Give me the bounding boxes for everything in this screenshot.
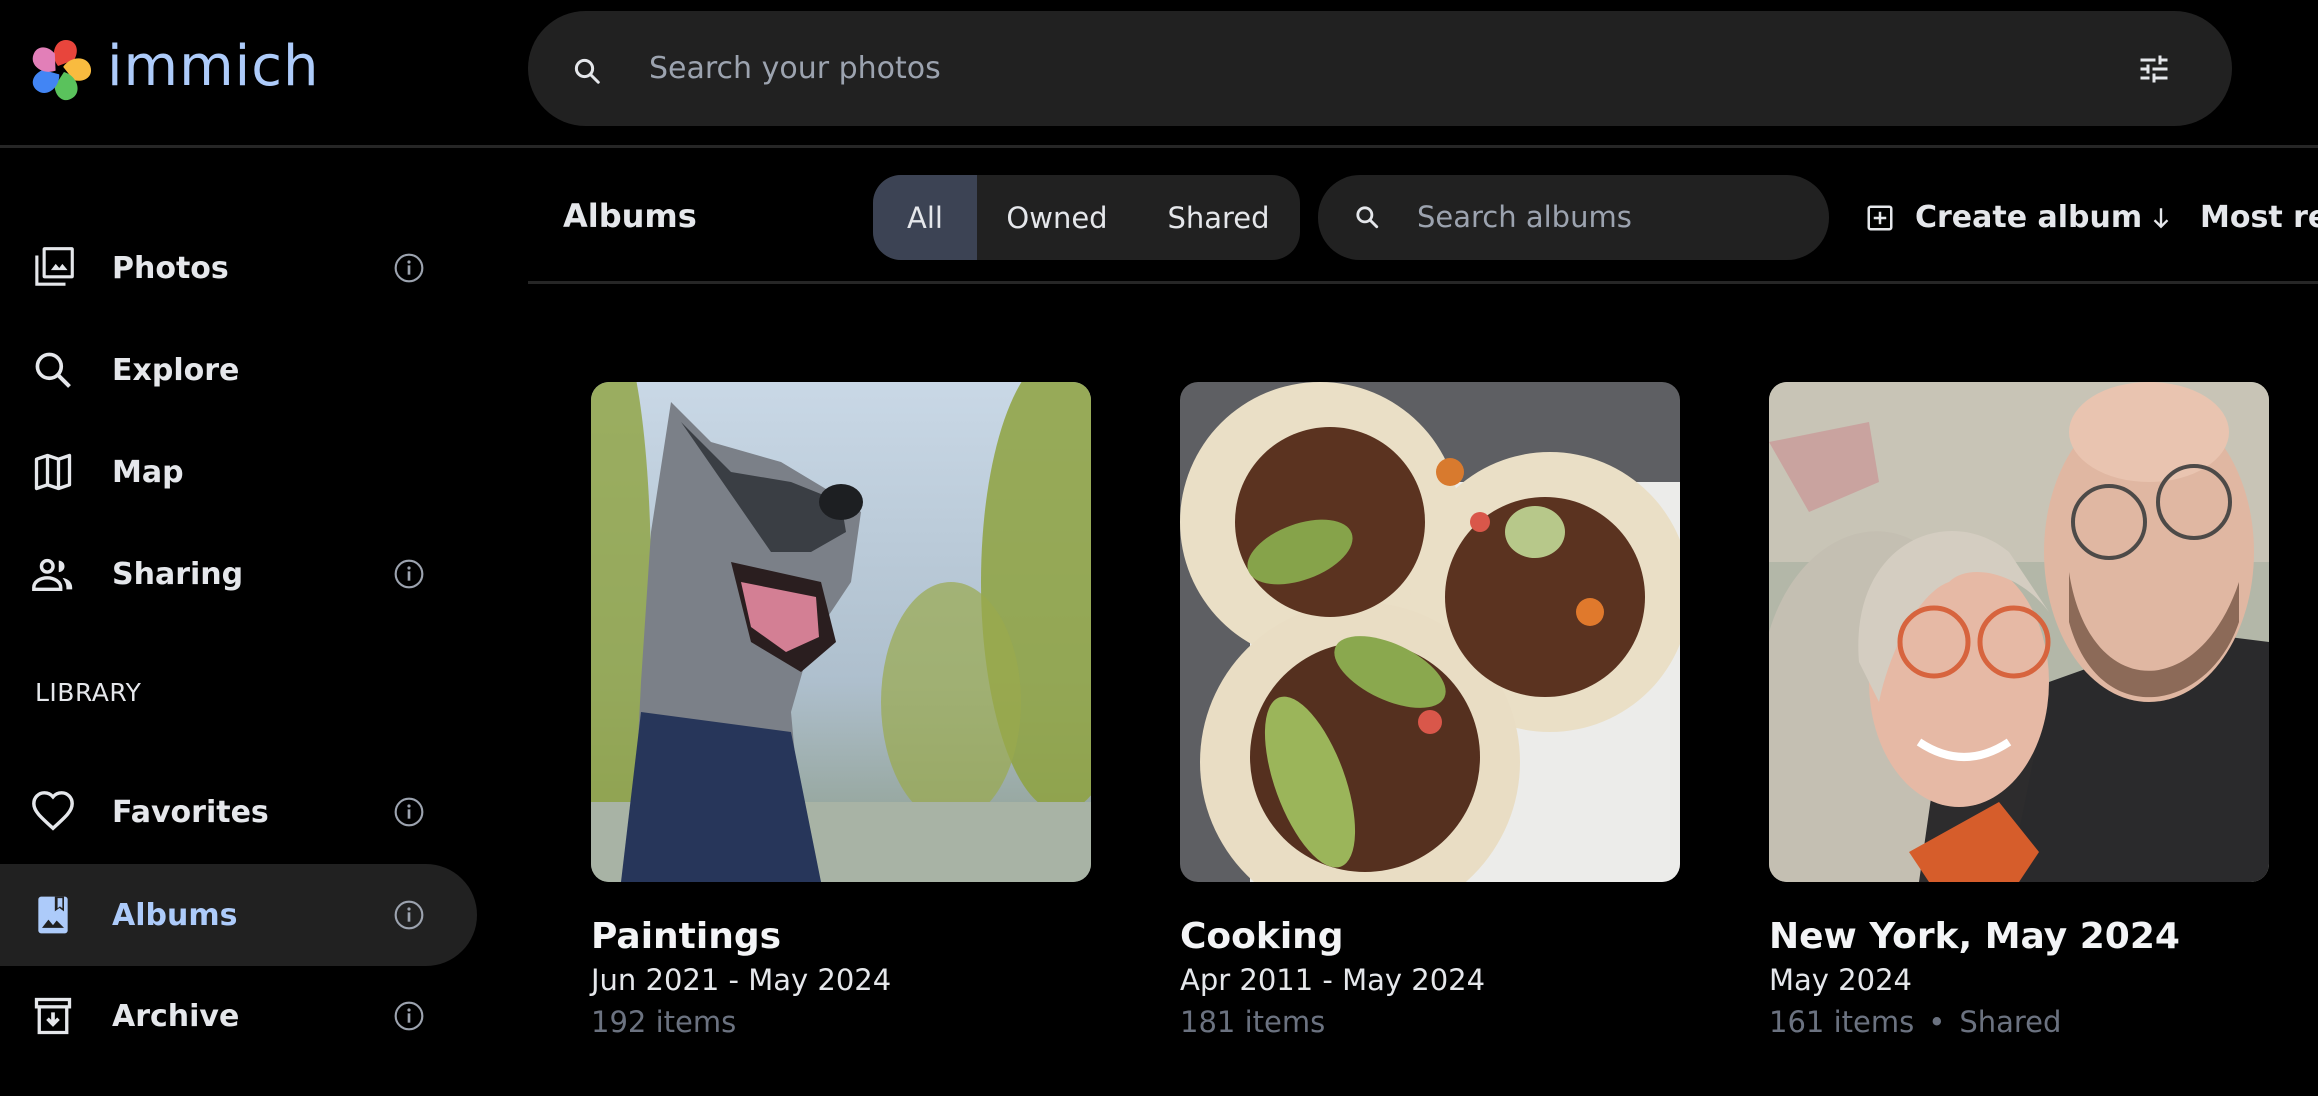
sharing-icon bbox=[28, 549, 78, 599]
sidebar-item-label: Map bbox=[112, 454, 184, 490]
album-cover-paintings[interactable] bbox=[591, 382, 1091, 882]
create-album-label: Create album bbox=[1915, 200, 2143, 235]
immich-logo-icon bbox=[32, 40, 92, 101]
photos-icon bbox=[28, 243, 78, 293]
album-title[interactable]: New York, May 2024 bbox=[1769, 916, 2269, 957]
sidebar-item-sharing[interactable]: Sharing bbox=[0, 523, 477, 625]
create-album-button[interactable]: Create album bbox=[1865, 175, 2142, 260]
sidebar-item-explore[interactable]: Explore bbox=[0, 319, 477, 421]
album-title[interactable]: Cooking bbox=[1180, 916, 1680, 957]
album-search-input[interactable]: Search albums bbox=[1318, 175, 1829, 260]
sort-label: Most recent photo bbox=[2200, 200, 2318, 235]
search-icon[interactable] bbox=[572, 56, 602, 86]
filter-owned-button[interactable]: Owned bbox=[977, 175, 1137, 260]
sidebar-item-favorites[interactable]: Favorites bbox=[0, 761, 477, 863]
album-card[interactable]: Paintings Jun 2021 - May 2024 192 items bbox=[591, 382, 1091, 1039]
page-title: Albums bbox=[563, 197, 697, 235]
tune-icon[interactable] bbox=[2136, 51, 2172, 87]
filter-all-button[interactable]: All bbox=[873, 175, 977, 260]
search-input[interactable]: Search your photos bbox=[649, 11, 941, 126]
albums-icon bbox=[28, 890, 78, 940]
album-shared-badge: Shared bbox=[1959, 1005, 2062, 1039]
info-icon[interactable] bbox=[393, 558, 425, 590]
sidebar-item-label: Sharing bbox=[112, 556, 244, 592]
sidebar-item-label: Archive bbox=[112, 998, 240, 1034]
sidebar-item-label: Favorites bbox=[112, 794, 269, 830]
heart-icon bbox=[28, 787, 78, 837]
app-name: immich bbox=[107, 34, 320, 99]
top-header: immich Search your photos bbox=[0, 0, 2318, 148]
map-icon bbox=[28, 447, 78, 497]
album-title[interactable]: Paintings bbox=[591, 916, 1091, 957]
album-date-range: Jun 2021 - May 2024 bbox=[591, 963, 892, 997]
album-card[interactable]: Cooking Apr 2011 - May 2024 181 items bbox=[1180, 382, 1680, 1039]
album-meta: 192 items bbox=[591, 1005, 1091, 1039]
app-logo[interactable]: immich bbox=[27, 37, 320, 103]
plus-box-icon bbox=[1865, 203, 1895, 233]
sidebar: Photos Explore Map Sharing LIBRARY Favor… bbox=[0, 151, 480, 1096]
album-cover-cooking[interactable] bbox=[1180, 382, 1680, 882]
album-card[interactable]: New York, May 2024 May 2024 161 items • Sh… bbox=[1769, 382, 2269, 1039]
info-icon[interactable] bbox=[393, 899, 425, 931]
sort-button[interactable]: Most recent photo bbox=[2148, 175, 2318, 260]
album-cover-new-york[interactable] bbox=[1769, 382, 2269, 882]
album-item-count: 161 items bbox=[1769, 1005, 1915, 1039]
album-filter-segmented-control: All Owned Shared bbox=[873, 175, 1300, 260]
sidebar-item-photos[interactable]: Photos bbox=[0, 217, 477, 319]
album-item-count: 192 items bbox=[591, 1005, 737, 1039]
library-section-label: LIBRARY bbox=[35, 678, 142, 707]
arrow-down-icon bbox=[2148, 203, 2174, 233]
explore-icon bbox=[28, 345, 78, 395]
search-icon bbox=[1354, 204, 1380, 230]
sidebar-item-label: Albums bbox=[112, 897, 238, 933]
photo-search-bar[interactable]: Search your photos bbox=[528, 11, 2232, 126]
info-icon[interactable] bbox=[393, 796, 425, 828]
album-search-placeholder: Search albums bbox=[1417, 200, 1632, 234]
sidebar-item-label: Photos bbox=[112, 250, 229, 286]
album-item-count: 181 items bbox=[1180, 1005, 1326, 1039]
info-icon[interactable] bbox=[393, 252, 425, 284]
sidebar-item-archive[interactable]: Archive bbox=[0, 965, 477, 1067]
album-date-range: May 2024 bbox=[1769, 963, 1912, 997]
filter-shared-button[interactable]: Shared bbox=[1137, 175, 1300, 260]
info-icon[interactable] bbox=[393, 1000, 425, 1032]
album-date-range: Apr 2011 - May 2024 bbox=[1180, 963, 1486, 997]
album-meta: 181 items bbox=[1180, 1005, 1680, 1039]
separator-dot: • bbox=[1928, 1005, 1946, 1039]
sidebar-item-label: Explore bbox=[112, 352, 240, 388]
sidebar-item-albums[interactable]: Albums bbox=[0, 864, 477, 966]
archive-icon bbox=[28, 991, 78, 1041]
sidebar-item-map[interactable]: Map bbox=[0, 421, 477, 523]
albums-toolbar: Albums All Owned Shared Search albums Cr… bbox=[528, 151, 2318, 284]
album-meta: 161 items • Shared bbox=[1769, 1005, 2269, 1039]
